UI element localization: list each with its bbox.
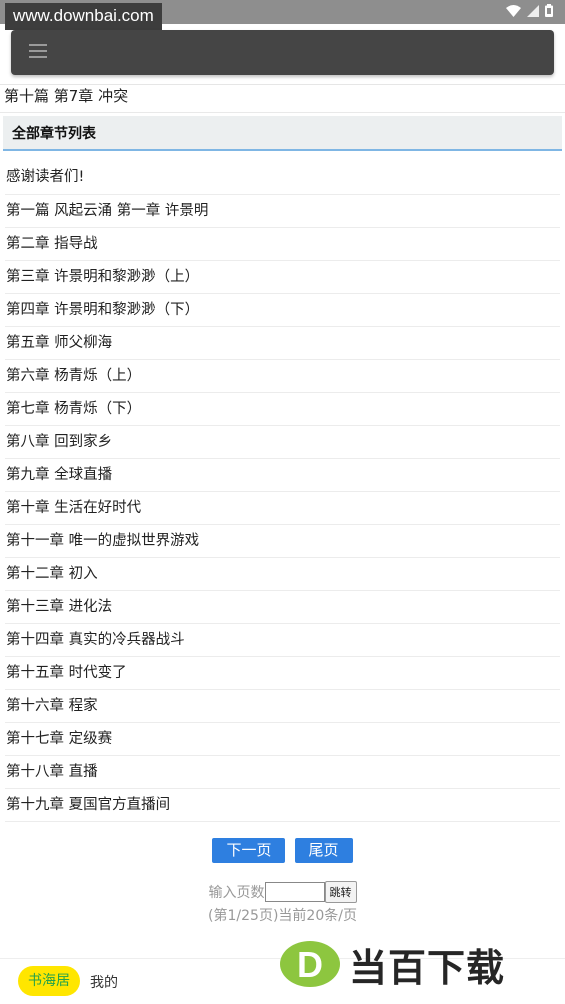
chapter-item[interactable]: 第八章 回到家乡 [5,426,560,459]
site-watermark: www.downbai.com [5,3,162,30]
signal-icon [527,4,539,17]
wifi-icon [506,4,521,17]
chapter-item[interactable]: 第三章 许景明和黎渺渺（上） [5,261,560,294]
next-page-button[interactable]: 下一页 [212,838,286,863]
chapter-item[interactable]: 第二章 指导战 [5,228,560,261]
chapter-item[interactable]: 第十章 生活在好时代 [5,492,560,525]
page-number-input[interactable] [264,882,325,902]
chapter-item[interactable]: 第七章 杨青烁（下） [5,393,560,426]
app-bar [11,30,554,75]
chapter-list: 感谢读者们! 第一篇 风起云涌 第一章 许景明 第二章 指导战 第三章 许景明和… [5,162,560,822]
chapter-list-title: 全部章节列表 [12,126,96,142]
chapter-item[interactable]: 第十一章 唯一的虚拟世界游戏 [5,525,560,558]
page-info: (第1/25页)当前20条/页 [208,908,357,924]
chapter-item[interactable]: 第十二章 初入 [5,558,560,591]
last-page-button[interactable]: 尾页 [294,838,353,863]
tab-mine[interactable]: 我的 [90,972,118,992]
page-jump-row: 输入页数 跳转 [0,881,565,903]
chapter-item[interactable]: 第九章 全球直播 [5,459,560,492]
pagination-buttons: 下一页 尾页 [0,838,565,863]
tab-shuhai[interactable]: 书海居 [18,966,80,996]
chapter-item[interactable]: 第十五章 时代变了 [5,657,560,690]
chapter-item[interactable]: 第十六章 程家 [5,690,560,723]
battery-icon [545,4,553,17]
jump-label: 输入页数 [208,885,265,901]
brand-watermark: D 当百下载 [279,938,505,990]
chapter-item[interactable]: 第四章 许景明和黎渺渺（下） [5,294,560,327]
chapter-item[interactable]: 第十八章 直播 [5,756,560,789]
divider [0,112,565,113]
chapter-item[interactable]: 感谢读者们! [5,162,560,195]
chapter-item[interactable]: 第一篇 风起云涌 第一章 许景明 [5,195,560,228]
current-chapter-link[interactable]: 第十篇 第7章 冲突 [4,86,128,106]
chapter-item[interactable]: 第五章 师父柳海 [5,327,560,360]
brand-logo-letter: D [297,944,323,985]
chapter-item[interactable]: 第十七章 定级赛 [5,723,560,756]
chapter-item[interactable]: 第六章 杨青烁（上） [5,360,560,393]
hamburger-menu-icon[interactable] [29,44,47,60]
brand-text: 当百下载 [349,945,506,990]
status-icons [506,4,553,17]
chapter-item[interactable]: 第十四章 真实的冷兵器战斗 [5,624,560,657]
jump-button[interactable]: 跳转 [324,881,357,903]
brand-logo-icon: D [280,941,340,987]
divider [0,84,565,85]
chapter-item[interactable]: 第十九章 夏国官方直播间 [5,789,560,822]
chapter-item[interactable]: 第十三章 进化法 [5,591,560,624]
chapter-list-header: 全部章节列表 [3,116,562,151]
